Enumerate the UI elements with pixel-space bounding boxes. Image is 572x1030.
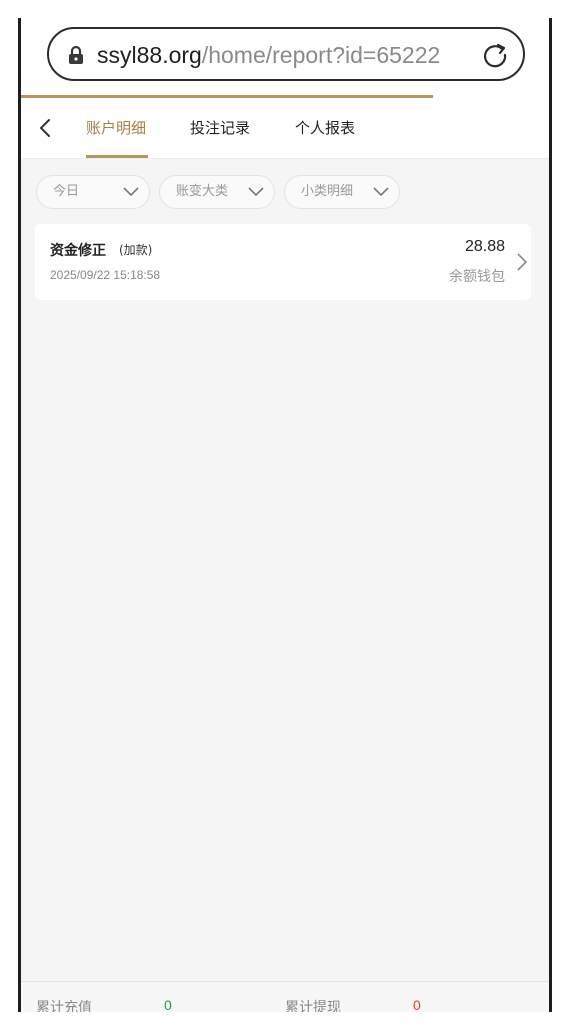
deposit-total-value: 0: [164, 997, 172, 1012]
frame-right-edge: [549, 18, 552, 1012]
record-wallet: 余额钱包: [449, 269, 505, 285]
active-tab-indicator: [86, 155, 148, 158]
filter-date-label: 今日: [53, 184, 80, 199]
chevron-right-icon: [517, 253, 528, 271]
filter-category-label: 账变大类: [176, 184, 229, 199]
chevron-down-icon: [123, 187, 139, 197]
record-title: 资金修正: [50, 243, 106, 259]
summary-footer: 累计充值 0 累计提现 0: [21, 981, 549, 1012]
chevron-down-icon: [248, 187, 264, 197]
filter-subcategory[interactable]: 小类明细: [284, 175, 400, 209]
screen: ssyl88.org/home/report?id=65222 账户明细 投注记…: [21, 18, 549, 1012]
record-time: 2025/09/22 15:18:58: [50, 268, 161, 282]
record-amount: 28.88: [464, 238, 505, 255]
chevron-down-icon: [373, 187, 389, 197]
filter-subcategory-label: 小类明细: [301, 184, 354, 199]
withdraw-total-value: 0: [413, 997, 421, 1012]
filter-date[interactable]: 今日: [36, 175, 150, 209]
url-path: /home/report?id=65222: [201, 42, 441, 68]
url-host: ssyl88.org: [97, 42, 202, 68]
back-arrow-icon[interactable]: [37, 116, 53, 140]
tab-account-details[interactable]: 账户明细: [86, 118, 146, 138]
browser-toolbar: ssyl88.org/home/report?id=65222: [21, 18, 549, 98]
filter-category[interactable]: 账变大类: [159, 175, 275, 209]
reload-icon[interactable]: [481, 41, 509, 69]
tab-bar: 账户明细 投注记录 个人报表: [21, 98, 549, 159]
tab-personal-report[interactable]: 个人报表: [295, 118, 355, 138]
address-bar[interactable]: ssyl88.org/home/report?id=65222: [47, 27, 525, 81]
url-text[interactable]: ssyl88.org/home/report?id=65222: [97, 41, 440, 69]
tab-bet-records[interactable]: 投注记录: [190, 118, 250, 138]
list-item[interactable]: 资金修正 (加款) 2025/09/22 15:18:58 28.88 余额钱包: [35, 224, 531, 300]
withdraw-total-label: 累计提现: [285, 1000, 341, 1012]
lock-icon: [69, 45, 83, 64]
deposit-total-label: 累计充值: [36, 1000, 92, 1012]
record-tag: (加款): [119, 243, 153, 257]
